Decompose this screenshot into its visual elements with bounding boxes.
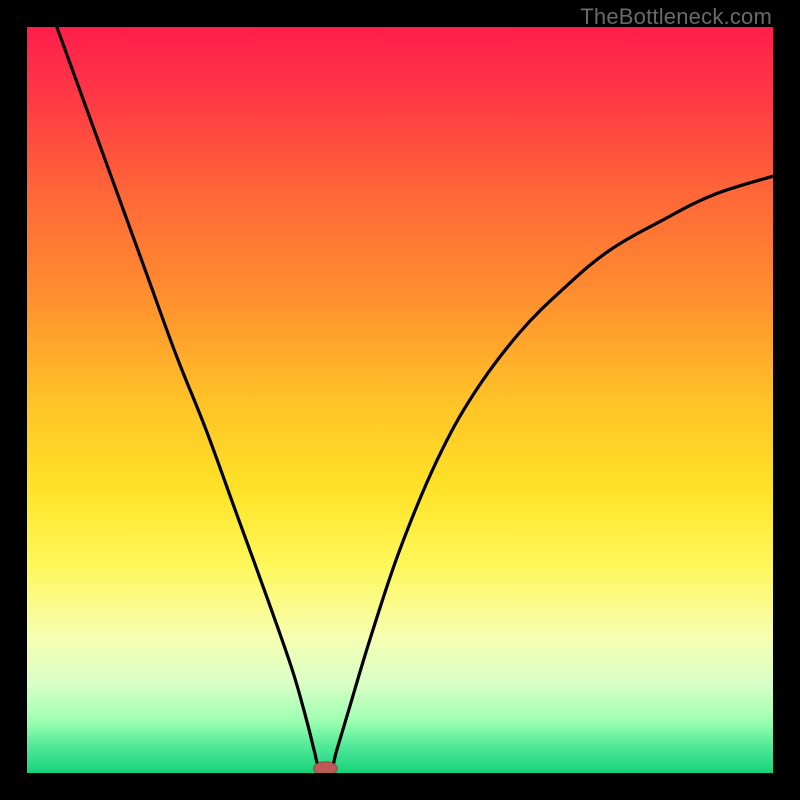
chart-frame xyxy=(27,27,773,773)
bottleneck-chart xyxy=(27,27,773,773)
gradient-rect xyxy=(27,27,773,773)
optimal-marker xyxy=(313,762,337,773)
